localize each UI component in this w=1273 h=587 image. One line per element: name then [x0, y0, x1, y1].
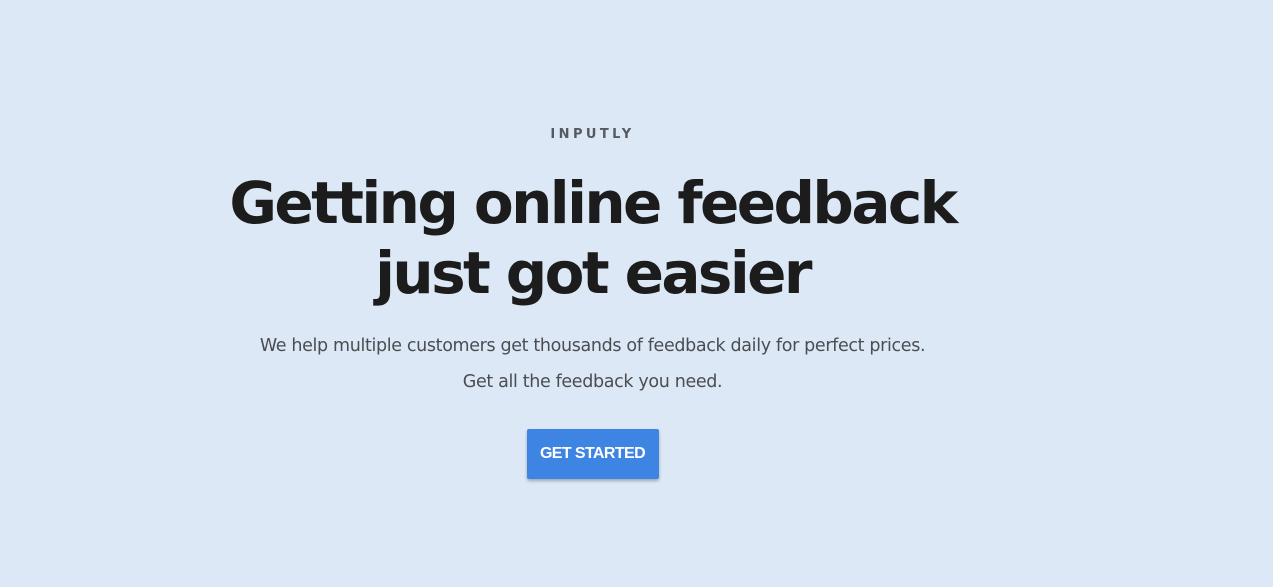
hero-subtitle: We help multiple customers get thousands…	[259, 328, 926, 400]
get-started-button[interactable]: GET STARTED	[526, 429, 659, 479]
brand-name: INPUTLY	[550, 127, 635, 142]
headline-line-1: Getting online feedback	[229, 169, 958, 237]
hero-section: INPUTLY Getting online feedback just got…	[0, 0, 1185, 587]
subtitle-line-1: We help multiple customers get thousands…	[259, 336, 926, 356]
subtitle-line-2: Get all the feedback you need.	[462, 372, 723, 392]
headline-line-2: just got easier	[375, 239, 812, 307]
hero-headline: Getting online feedback just got easier	[213, 168, 973, 308]
